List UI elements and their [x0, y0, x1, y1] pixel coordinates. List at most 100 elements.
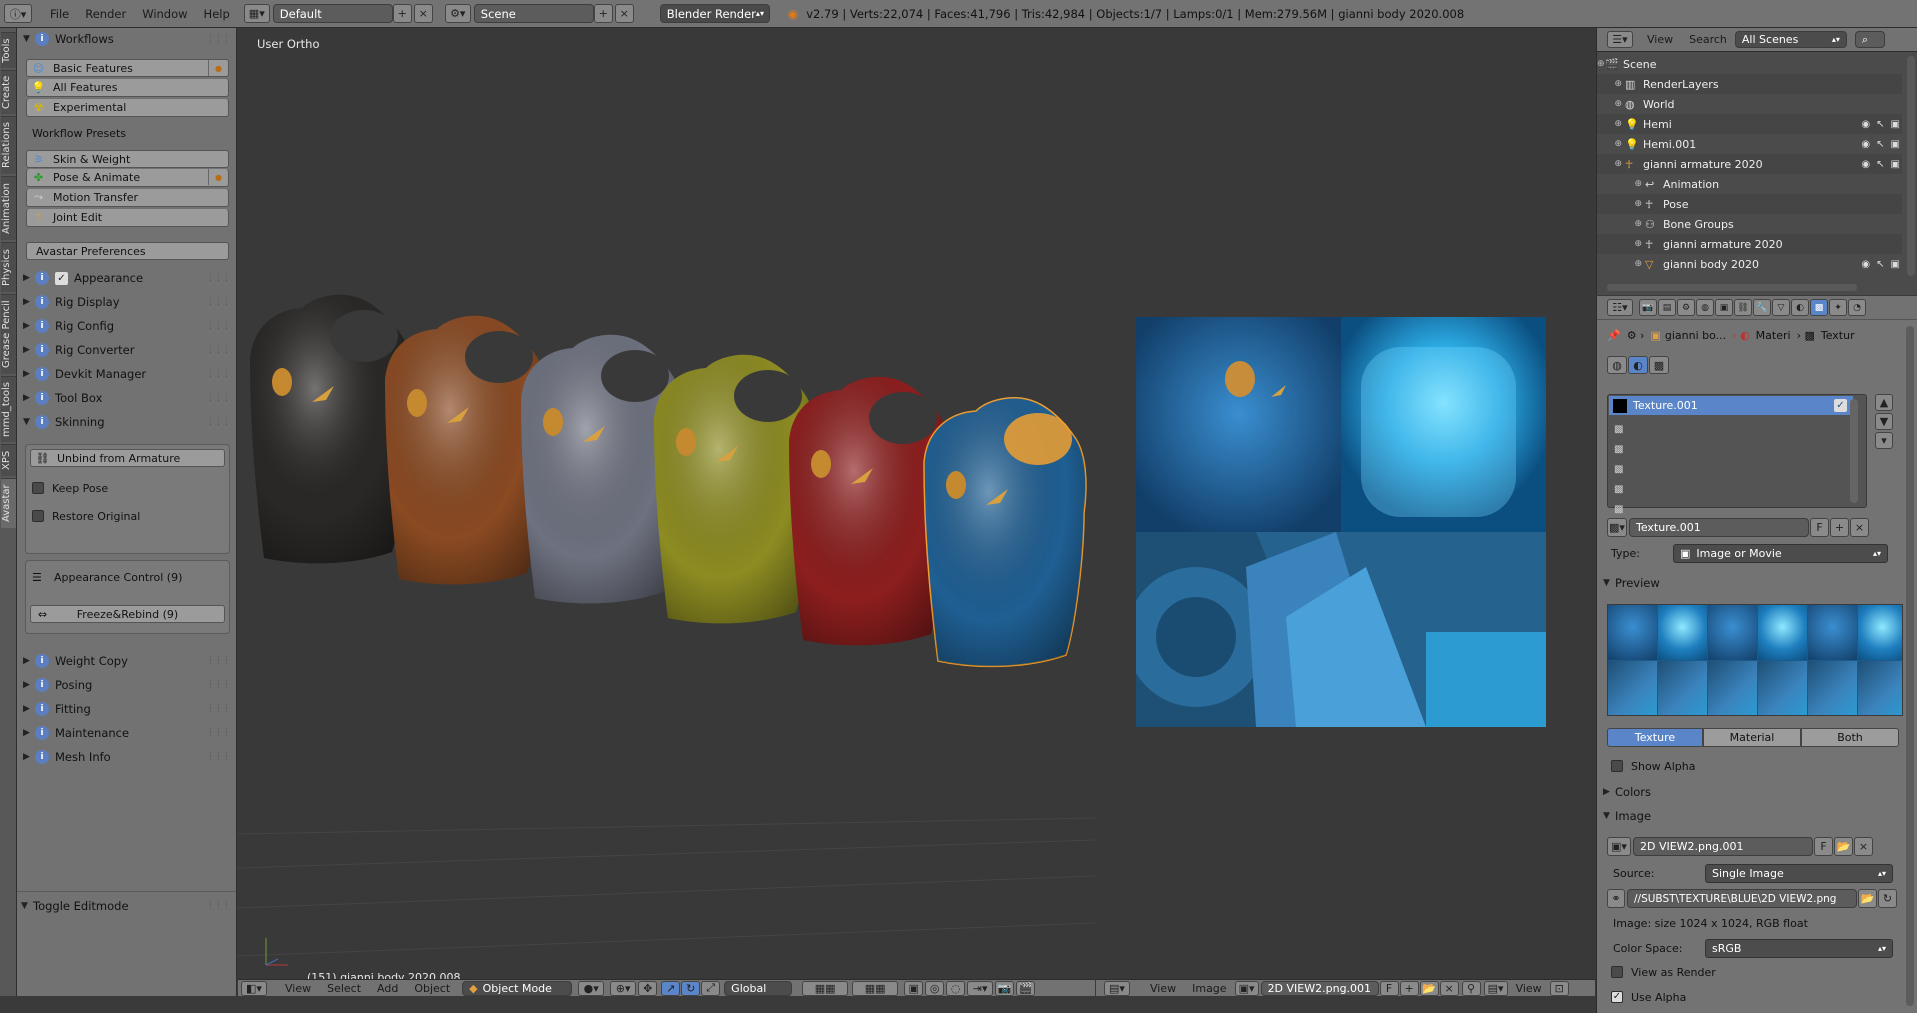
image-browse-icon[interactable]: ▣▾ — [1234, 980, 1259, 996]
outliner-item-label[interactable]: Scene — [1623, 58, 1657, 71]
pin-icon[interactable]: ⚲ — [1461, 980, 1481, 996]
menu-add[interactable]: Add — [369, 982, 406, 995]
show-alpha-checkbox[interactable]: Show Alpha — [1611, 756, 1917, 776]
image-name-field[interactable]: 2D VIEW2.png.001 — [1260, 980, 1379, 996]
image-fake-user-button[interactable]: F — [1814, 837, 1833, 856]
snap-target-icon[interactable]: ⇥▾ — [967, 980, 994, 996]
drag-grip-icon[interactable]: ⋮⋮⋮ — [206, 704, 231, 714]
tab-grease-pencil[interactable]: Grease Pencil — [1, 294, 16, 374]
expand-toggle-icon[interactable]: ⊕ — [1597, 139, 1625, 149]
camera-render-icon[interactable]: ▣ — [1891, 119, 1900, 130]
expand-toggle-icon[interactable]: ⊕ — [1597, 79, 1625, 89]
menu-image[interactable]: Image — [1184, 982, 1234, 995]
outliner-item-label[interactable]: gianni body 2020 — [1663, 258, 1759, 271]
image-open-icon[interactable]: 📂 — [1834, 837, 1853, 856]
outliner-row[interactable]: ⊕ ◍ World — [1597, 94, 1902, 114]
texture-name-field[interactable]: Texture.001 — [1629, 518, 1809, 537]
source-dropdown[interactable]: Single Image ▴▾ — [1705, 864, 1893, 883]
camera-render-icon[interactable]: ▣ — [1891, 259, 1900, 270]
eye-icon[interactable]: ◉ — [1861, 119, 1870, 130]
cursor-select-icon[interactable]: ↖ — [1876, 119, 1884, 130]
outliner-item-label[interactable]: Hemi.001 — [1643, 138, 1696, 151]
reload-icon[interactable]: ↻ — [1878, 889, 1897, 908]
panel-workflows-header[interactable]: ▼ i Workflows ⋮⋮⋮ — [23, 28, 231, 50]
outliner-scrollbar[interactable] — [1907, 56, 1915, 276]
filepath-field[interactable]: //SUBST\TEXTURE\BLUE\2D VIEW2.png — [1627, 889, 1857, 908]
slot-enabled-checkbox[interactable]: ✓ — [1834, 399, 1847, 412]
image-name-field[interactable]: 2D VIEW2.png.001 — [1633, 837, 1813, 856]
info-icon[interactable]: i — [35, 367, 49, 381]
properties-scrollbar[interactable] — [1906, 326, 1914, 1006]
panel-header[interactable]: ▶ i ✓ Appearance ⋮⋮⋮ — [23, 267, 231, 289]
tab-physics[interactable]: Physics — [1, 242, 16, 292]
shading-icon[interactable]: ●▾ — [578, 980, 605, 996]
slot-specials-icon[interactable]: ▾ — [1875, 432, 1893, 449]
camera-render-icon[interactable]: ▣ — [1891, 159, 1900, 170]
pack-icon[interactable]: ⚭ — [1607, 889, 1625, 908]
lock-icon[interactable]: ▣ — [904, 980, 924, 996]
image-unlink-icon[interactable]: × — [1854, 837, 1873, 856]
panel-header[interactable]: ▶ i Mesh Info ⋮⋮⋮ — [23, 746, 231, 768]
outliner-row[interactable]: ⊕ 🎬 Scene — [1597, 54, 1902, 74]
panel-header[interactable]: ▶ i Weight Copy ⋮⋮⋮ — [23, 650, 231, 672]
properties-material-icon[interactable]: ◐ — [1791, 299, 1809, 316]
expand-toggle-icon[interactable]: ⊕ — [1597, 239, 1645, 249]
outliner-row[interactable]: ⊕ 💡 Hemi ◉ ↖ ▣ — [1597, 114, 1902, 134]
translate-icon[interactable]: ↗ — [661, 980, 681, 996]
experimental-button[interactable]: ☢ Experimental — [26, 99, 229, 117]
drag-grip-icon[interactable]: ⋮⋮⋮ — [206, 417, 231, 427]
info-icon[interactable]: i — [35, 702, 49, 716]
scene-field[interactable]: Scene — [473, 4, 594, 23]
view-as-render-checkbox[interactable]: View as Render — [1611, 962, 1917, 982]
browse-file-icon[interactable]: 📂 — [1858, 889, 1877, 908]
checkbox-box[interactable] — [1611, 966, 1623, 978]
properties-physics-icon[interactable]: ◔ — [1848, 299, 1866, 316]
properties-particles-icon[interactable]: ✦ — [1829, 299, 1847, 316]
outliner-row[interactable]: ⊕ ▥ RenderLayers — [1597, 74, 1902, 94]
tab-avastar[interactable]: Avastar — [1, 478, 16, 528]
panel-header[interactable]: ▼ i Skinning ⋮⋮⋮ — [23, 411, 231, 433]
toggle-editmode-header[interactable]: ▼ Toggle Editmode ⋮⋮⋮ — [17, 895, 231, 917]
all-features-button[interactable]: 💡 All Features — [26, 79, 229, 97]
checkbox-box[interactable] — [32, 482, 44, 494]
image-browse-icon[interactable]: ▣▾ — [1607, 837, 1631, 856]
add-layout-button[interactable]: + — [392, 4, 412, 23]
drag-grip-icon[interactable]: ⋮⋮⋮ — [206, 369, 231, 379]
editor-type-outliner-icon[interactable]: ☰▾ — [1607, 31, 1633, 48]
view-mode-icon[interactable]: ▤▾ — [1483, 980, 1508, 996]
checkbox-box[interactable] — [1611, 760, 1623, 772]
editor-type-info-button[interactable]: ⓘ▾ — [4, 4, 32, 23]
outliner-item-label[interactable]: gianni armature 2020 — [1663, 238, 1783, 251]
close-scene-button[interactable]: × — [614, 4, 634, 23]
menu-view[interactable]: View — [1142, 982, 1184, 995]
drag-grip-icon[interactable]: ⋮⋮⋮ — [206, 273, 231, 283]
panel-colors-header[interactable]: ▶ Colors — [1603, 781, 1911, 803]
panel-header[interactable]: ▶ i Posing ⋮⋮⋮ — [23, 674, 231, 696]
properties-render-layers-icon[interactable]: ▤ — [1658, 299, 1676, 316]
manipulator-icon[interactable]: ✥ — [638, 980, 658, 996]
menu-render[interactable]: Render — [77, 7, 134, 21]
drag-grip-icon[interactable]: ⋮⋮⋮ — [206, 728, 231, 738]
drag-grip-icon[interactable]: ⋮⋮⋮ — [206, 752, 231, 762]
skin-weight-button[interactable]: ⚞ Skin & Weight — [26, 150, 229, 168]
snap-icon[interactable]: ◌ — [946, 980, 966, 996]
properties-object-icon[interactable]: ▣ — [1715, 299, 1733, 316]
texture-unlink-icon[interactable]: × — [1850, 518, 1869, 537]
use-alpha-checkbox[interactable]: ✓ Use Alpha — [1611, 987, 1917, 1007]
properties-texture-icon[interactable]: ▩ — [1810, 299, 1828, 316]
shirt-mesh[interactable] — [923, 397, 1087, 668]
preview-tab-texture[interactable]: Texture — [1607, 728, 1703, 747]
drag-grip-icon[interactable]: ⋮⋮⋮ — [206, 297, 231, 307]
tab-relations[interactable]: Relations — [1, 116, 16, 174]
freeze-rebind-button[interactable]: ⇔ Freeze&Rebind (9) — [30, 605, 225, 623]
info-icon[interactable]: i — [35, 750, 49, 764]
info-icon[interactable]: i — [35, 415, 49, 429]
expand-toggle-icon[interactable]: ⊕ — [1597, 179, 1645, 189]
basic-features-button[interactable]: ☺ Basic Features ● — [26, 59, 229, 77]
move-down-icon[interactable]: ▼ — [1875, 413, 1893, 430]
tab-tools[interactable]: Tools — [1, 32, 16, 68]
info-icon[interactable]: i — [35, 654, 49, 668]
texture-new-icon[interactable]: + — [1830, 518, 1849, 537]
outliner-row[interactable]: ⊕ 💡 Hemi.001 ◉ ↖ ▣ — [1597, 134, 1902, 154]
expand-toggle-icon[interactable]: ⊕ — [1597, 199, 1645, 209]
